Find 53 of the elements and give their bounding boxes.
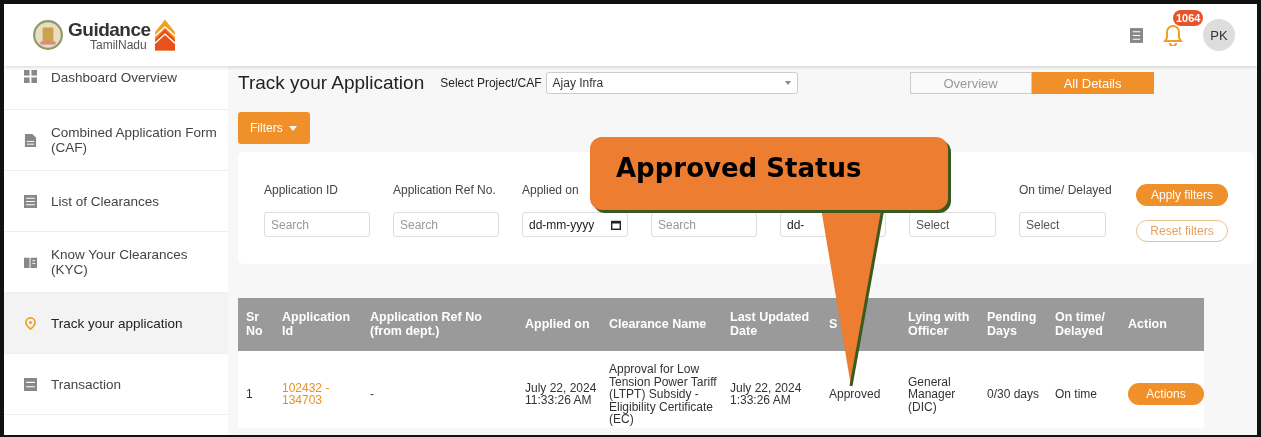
column-header: Pending Days [979,298,1047,351]
sidebar-item[interactable]: Combined Application Form (CAF) [4,110,228,171]
calendar-icon [611,219,621,230]
table-cell: Approval for Low Tension Power Tariff (LTPT) Subsidy - Eligibility Certificate (EC) [601,351,722,428]
search-field[interactable]: Search [393,212,499,237]
user-avatar[interactable]: PK [1203,19,1235,51]
column-header: Lying with Officer [900,298,979,351]
column-header: On time/ Delayed [1047,298,1120,351]
list-icon [24,194,37,208]
column-header: Application Ref No (from dept.) [362,298,517,351]
sidebar-item[interactable]: Dashboard Overview [4,66,228,110]
column-header: Clearance Name [601,298,722,351]
logo-subtitle: TamilNadu [89,38,148,51]
transaction-icon [24,377,37,391]
select-field[interactable]: Select [1019,212,1106,237]
sidebar-item[interactable]: Track your application [4,293,228,354]
date-field[interactable]: dd-mm-yyyy [522,212,628,237]
search-field[interactable]: Search [264,212,370,237]
document-icon [24,133,37,147]
table-cell: 1 [238,351,274,428]
table-cell: On time [1047,351,1120,428]
project-label: Select Project/CAF [440,76,542,90]
select-field[interactable]: Select [909,212,996,237]
book-icon [24,255,37,269]
table-cell: General Manager (DIC) [900,351,979,428]
filter-label: Application Ref No. [393,183,497,197]
notification-count-badge: 1064 [1173,10,1204,26]
filter-label: Application ID [264,183,340,197]
logo-title: Guidance [68,19,151,39]
search-field[interactable]: Search [651,212,757,237]
column-header: Sr No [238,298,274,351]
project-select[interactable]: Ajay Infra [545,72,798,94]
table-cell: - [362,351,517,428]
column-header: Application Id [274,298,362,351]
notification-bell-icon[interactable] [1163,24,1183,46]
list-icon[interactable] [1130,27,1143,43]
emblem-icon [32,19,64,51]
column-header: Action [1120,298,1204,351]
sidebar-item[interactable]: Transaction [4,354,228,415]
column-header: Applied on [517,298,601,351]
table-cell: 0/30 days [979,351,1047,428]
table-cell: Approved [821,351,900,428]
filter-label: Applied on [522,183,580,197]
page-title: Track your Application [238,72,425,94]
location-pin-icon [24,316,37,330]
filter-label: On time/ Delayed [1019,183,1113,197]
caret-icon [288,125,297,131]
sidebar-item[interactable]: List of Clearances [4,171,228,232]
logo-mark-icon [154,19,175,51]
column-header: Last Updated Date [722,298,821,351]
grid-icon [24,70,37,83]
table-cell: July 22, 2024 11:33:26 AM [517,351,601,428]
table-cell: July 22, 2024 1:33:26 AM [722,351,821,428]
